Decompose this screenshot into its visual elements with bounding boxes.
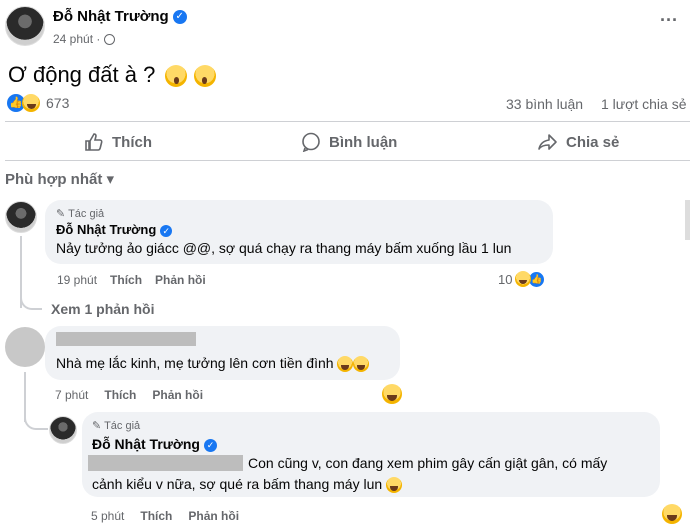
comment-reply-button[interactable]: Phản hồi [155, 273, 206, 287]
reaction-summary[interactable]: 👍 673 [7, 94, 69, 112]
reply-author[interactable]: Đỗ Nhật Trường ✓ [92, 436, 217, 452]
reply-meta: 5 phút Thích Phản hồi [91, 509, 239, 523]
post-time-label: 24 phút · [53, 32, 101, 46]
verified-icon: ✓ [160, 224, 173, 237]
comment-like-button[interactable]: Thích [110, 273, 142, 287]
globe-icon [103, 34, 115, 46]
screaming-emoji-icon [193, 65, 216, 88]
like-button-label: Thích [112, 133, 152, 151]
share-button-label: Chia sẻ [566, 133, 620, 151]
comment-like-button[interactable]: Thích [104, 388, 136, 402]
thumbs-up-icon [85, 133, 103, 151]
redacted-name [56, 332, 196, 346]
right-edge-marker [685, 200, 690, 240]
divider-bottom [5, 160, 690, 161]
haha-emoji-icon [386, 477, 403, 494]
comment-time[interactable]: 19 phút [57, 273, 97, 287]
reply-author-label[interactable]: Đỗ Nhật Trường [92, 436, 200, 452]
comment-button[interactable]: Bình luận [301, 132, 397, 152]
like-button[interactable]: Thích [84, 132, 152, 152]
share-arrow-icon [538, 134, 557, 150]
author-badge-label: Tác giả [68, 208, 105, 220]
haha-emoji-icon [337, 356, 354, 373]
like-reaction-icon: 👍 [529, 271, 545, 287]
comment-text: Nảy tưởng ảo giácc @@, sợ quá chạy ra th… [56, 240, 512, 256]
haha-reaction-icon [515, 271, 532, 287]
comments-count[interactable]: 33 bình luận [506, 96, 583, 112]
comment-text-label: Nhà mẹ lắc kinh, mẹ tưởng lên cơn tiền đ… [56, 355, 334, 371]
verified-icon: ✓ [203, 438, 217, 452]
sort-label: Phù hợp nhất [5, 171, 103, 188]
verified-icon: ✓ [172, 10, 187, 25]
post-more-button[interactable]: ··· [660, 10, 678, 31]
reply-reply-button[interactable]: Phản hồi [188, 509, 239, 523]
post-text-label: Ơ động đất à ? [8, 62, 156, 87]
comment-author[interactable]: Đỗ Nhật Trường ✓ [56, 222, 173, 237]
share-button[interactable]: Chia sẻ [538, 132, 619, 152]
chevron-down-icon: ▾ [106, 171, 115, 188]
post-author-name[interactable]: Đỗ Nhật Trường ✓ [53, 8, 187, 25]
author-badge-label: Tác giả [104, 420, 141, 432]
comment-avatar[interactable] [5, 327, 45, 367]
comment-reply-button[interactable]: Phản hồi [152, 388, 203, 402]
post-author-label[interactable]: Đỗ Nhật Trường [53, 8, 169, 25]
divider-top [5, 121, 690, 122]
haha-reaction-icon[interactable] [662, 504, 683, 524]
comment-reaction-count[interactable]: 10 [498, 272, 512, 287]
comment-avatar[interactable] [5, 201, 37, 233]
reaction-count[interactable]: 673 [46, 95, 69, 111]
pencil-icon: ✎ [56, 208, 66, 220]
comment-meta: 7 phút Thích Phản hồi [55, 388, 203, 402]
reply-text-line2-label: cảnh kiểu v nữa, sợ qué ra bấm thang máy… [92, 476, 383, 492]
pencil-icon: ✎ [92, 420, 102, 432]
reply-like-button[interactable]: Thích [140, 509, 172, 523]
author-badge: ✎ Tác giả [56, 207, 104, 220]
haha-reaction-icon [22, 94, 40, 112]
flushed-emoji-icon [165, 65, 188, 88]
comment-time[interactable]: 7 phút [55, 388, 88, 402]
comment-author-label[interactable]: Đỗ Nhật Trường [56, 222, 156, 237]
comment-button-label: Bình luận [329, 133, 398, 151]
haha-reaction-icon[interactable] [382, 384, 402, 404]
comment-reactions[interactable]: 10 👍 [498, 271, 545, 287]
redacted-mention [88, 455, 243, 471]
reply-text-line2: cảnh kiểu v nữa, sợ qué ra bấm thang máy… [92, 476, 403, 494]
comment-bubble-icon [302, 132, 320, 152]
thread-connector [20, 294, 42, 310]
thread-connector [24, 408, 48, 430]
comment-meta: 19 phút Thích Phản hồi [57, 273, 206, 287]
haha-emoji-icon [353, 356, 370, 373]
author-badge: ✎ Tác giả [92, 419, 140, 432]
reply-avatar[interactable] [49, 416, 77, 444]
reply-time[interactable]: 5 phút [91, 509, 124, 523]
sort-dropdown[interactable]: Phù hợp nhất ▾ [5, 170, 114, 188]
shares-count[interactable]: 1 lượt chia sẻ [601, 96, 686, 112]
post-time[interactable]: 24 phút · [53, 32, 115, 46]
comment-text: Nhà mẹ lắc kinh, mẹ tưởng lên cơn tiền đ… [56, 355, 370, 373]
reply-text-line1: Con cũng v, con đang xem phim gây cấn gi… [248, 455, 608, 471]
post-text: Ơ động đất à ? [8, 62, 216, 88]
view-replies-link[interactable]: Xem 1 phản hồi [51, 301, 154, 317]
post-author-avatar[interactable] [5, 6, 45, 46]
